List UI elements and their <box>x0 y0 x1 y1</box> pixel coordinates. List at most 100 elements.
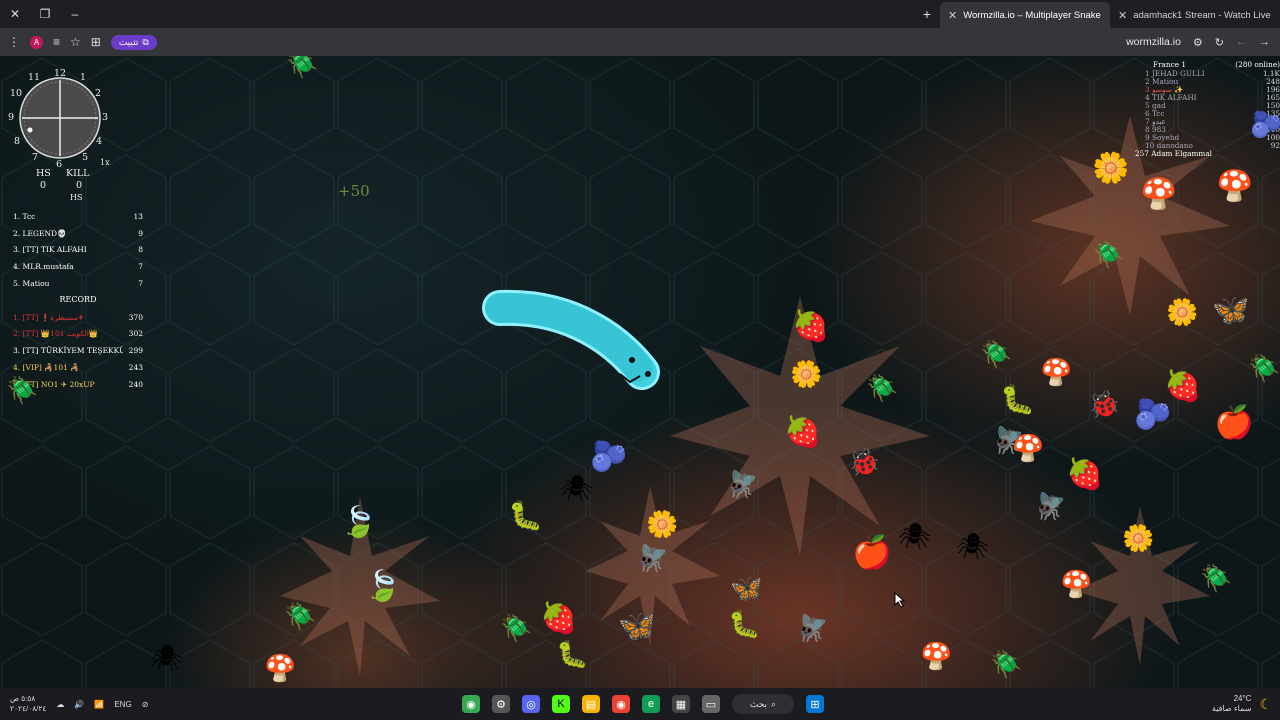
larva-icon: 🐛 <box>556 640 589 670</box>
game-canvas[interactable]: 12 1 2 3 4 5 6 7 8 9 10 11 1x HS KILL 0 … <box>0 56 1280 688</box>
back-icon[interactable]: → <box>1259 36 1270 48</box>
mushroom-icon: 🍄 <box>1060 570 1093 600</box>
profile-avatar[interactable]: A <box>30 35 43 49</box>
score-popup: +50 <box>338 182 370 200</box>
install-label: تثبيت <box>118 36 139 47</box>
kills-leaderboard: 1. Tcc 13 2. LEGEND💀 9 3. [TT] TIK ALFAHI 8… <box>13 208 143 393</box>
beetle-icon: 🪲 <box>866 374 899 404</box>
file-explorer-icon[interactable]: ▤ <box>582 695 600 713</box>
forward-icon[interactable]: ← <box>1236 36 1247 48</box>
blackberry-icon: 🫐 <box>1250 110 1280 140</box>
server-leaderboard: France 1 (280 online) 1 JEHAD GULLI 1.1K … <box>1135 58 1280 158</box>
translate-icon[interactable]: ⊞ <box>91 35 101 49</box>
discord-icon[interactable]: ◎ <box>522 695 540 713</box>
mouse-cursor-icon <box>894 592 906 608</box>
beetle-icon: 🪲 <box>284 602 317 632</box>
mushroom-icon: 🍄 <box>920 642 953 672</box>
tabs: ✕ adamhack1 Stream - Watch Live ✕ Wormzi… <box>914 0 1280 28</box>
edge-icon[interactable]: e <box>642 695 660 713</box>
start-icon[interactable]: ⊞ <box>806 695 824 713</box>
beetle-icon: 🪲 <box>6 376 39 406</box>
wifi-icon[interactable]: 📶 <box>94 700 104 709</box>
online-count: (280 online) <box>1235 59 1280 69</box>
language-indicator[interactable]: ENG <box>114 700 131 709</box>
leaderboard-row: 3. [TT] TIK ALFAHI 8 <box>13 245 143 255</box>
tab-stream[interactable]: ✕ adamhack1 Stream - Watch Live <box>1110 2 1280 28</box>
spider-icon: 🕷 <box>956 532 990 562</box>
kill-value: 0 <box>76 180 83 191</box>
ladybug-icon: 🐞 <box>1088 390 1121 420</box>
minimize-window-icon[interactable]: – <box>60 0 90 28</box>
weather-desc: سماء صافية <box>1211 704 1252 713</box>
mushroom-icon: 🍄 <box>1216 169 1254 204</box>
spider-icon: 🕷 <box>898 522 932 552</box>
kill-label: KILL <box>66 168 90 179</box>
spider-icon: 🕷 <box>150 644 184 674</box>
leaf-icon: 🍃 <box>340 505 378 540</box>
beetle-icon: 🪲 <box>990 650 1023 680</box>
caterpillar-icon: 🐛 <box>1000 383 1035 416</box>
temperature: 24°C <box>1233 694 1252 703</box>
hs-label-2: HS <box>70 193 83 202</box>
blackberry-icon: 🫐 <box>1134 397 1172 432</box>
blackberry-icon: 🫐 <box>590 439 628 474</box>
record-row: 4. [VIP] 🦂101 🦂 243 <box>13 363 143 373</box>
weather-widget[interactable]: 24°C سماء صافية <box>1212 694 1252 714</box>
beetle-icon: 🪲 <box>980 340 1013 370</box>
fly-icon: 🪰 <box>1034 492 1067 522</box>
volume-icon[interactable]: 🔊 <box>74 700 84 709</box>
cloud-icon[interactable]: ☁ <box>56 700 64 709</box>
taskbar-search[interactable]: بحث ⌕ <box>732 694 794 714</box>
task-view-icon[interactable]: ▭ <box>702 695 720 713</box>
chrome-icon[interactable]: ◉ <box>462 695 480 713</box>
site-settings-icon[interactable]: ⚙ <box>1193 36 1203 49</box>
daisy-icon: 🌼 <box>1166 298 1199 328</box>
daisy-icon: 🌼 <box>1122 524 1155 554</box>
moon-icon: ☾ <box>1259 695 1272 712</box>
app-icon[interactable]: ⚙ <box>492 695 510 713</box>
leaf-icon: 🍃 <box>364 569 402 604</box>
notifications-icon[interactable]: ⊘ <box>142 700 149 709</box>
strawberry-icon: 🍓 <box>1164 369 1202 404</box>
new-tab-button[interactable]: + <box>914 6 940 22</box>
close-window-icon[interactable]: ✕ <box>0 0 30 28</box>
restore-window-icon[interactable]: ❐ <box>30 0 60 28</box>
daisy-icon: 🌼 <box>646 510 679 540</box>
store-icon[interactable]: ▦ <box>672 695 690 713</box>
install-app-button[interactable]: تثبيت ⧉ <box>110 34 157 50</box>
clock[interactable]: ٥:٥٨ ص ٢٠٢٤/٠٨/٢٤ <box>10 694 46 714</box>
apple-icon: 🍎 <box>1214 403 1254 441</box>
fly-icon: 🪰 <box>726 470 759 500</box>
player-worm <box>482 289 660 390</box>
hs-label: HS <box>36 168 51 179</box>
beetle-icon: 🪲 <box>1248 354 1280 384</box>
record-row: 3. [TT] TÜRKİYEM TEŞEKKÜR 299 <box>13 346 143 356</box>
strawberry-icon: 🍓 <box>1066 457 1104 492</box>
tab-title: Wormzilla.io – Multiplayer Snake <box>963 9 1101 21</box>
install-icon: ⧉ <box>142 36 149 47</box>
search-icon: ⌕ <box>771 698 777 709</box>
close-tab-icon[interactable]: ✕ <box>948 9 957 22</box>
bookmark-star-icon[interactable]: ☆ <box>70 35 81 49</box>
beetle-icon: 🪲 <box>1092 240 1125 270</box>
daisy-icon: 🌼 <box>790 360 823 390</box>
strawberry-icon: 🍓 <box>792 309 830 344</box>
fly-icon: 🪰 <box>796 614 829 644</box>
zoom-level: 1x <box>100 158 110 167</box>
address-bar: ⋮ A ≡ ☆ ⊞ تثبيت ⧉ wormzilla.io ⚙ ↻ ← → <box>0 28 1280 56</box>
mushroom-icon: 🍄 <box>1012 434 1045 464</box>
url-text[interactable]: wormzilla.io <box>1126 36 1181 48</box>
daisy-icon: 🌼 <box>1092 151 1130 186</box>
kick-icon[interactable]: K <box>552 695 570 713</box>
record-title: RECORD <box>59 294 97 304</box>
chrome-icon[interactable]: ◉ <box>612 695 630 713</box>
browser-tab-bar: ✕ ❐ – ✕ adamhack1 Stream - Watch Live ✕ … <box>0 0 1280 28</box>
tab-title: adamhack1 Stream - Watch Live <box>1133 9 1271 21</box>
menu-icon[interactable]: ⋮ <box>8 35 20 49</box>
worm-eye <box>629 357 635 363</box>
server-name: France 1 <box>1153 59 1186 69</box>
reload-icon[interactable]: ↻ <box>1215 36 1224 49</box>
tab-wormzilla[interactable]: ✕ Wormzilla.io – Multiplayer Snake <box>940 2 1110 28</box>
reading-mode-icon[interactable]: ≡ <box>53 35 60 49</box>
close-tab-icon[interactable]: ✕ <box>1118 9 1127 22</box>
